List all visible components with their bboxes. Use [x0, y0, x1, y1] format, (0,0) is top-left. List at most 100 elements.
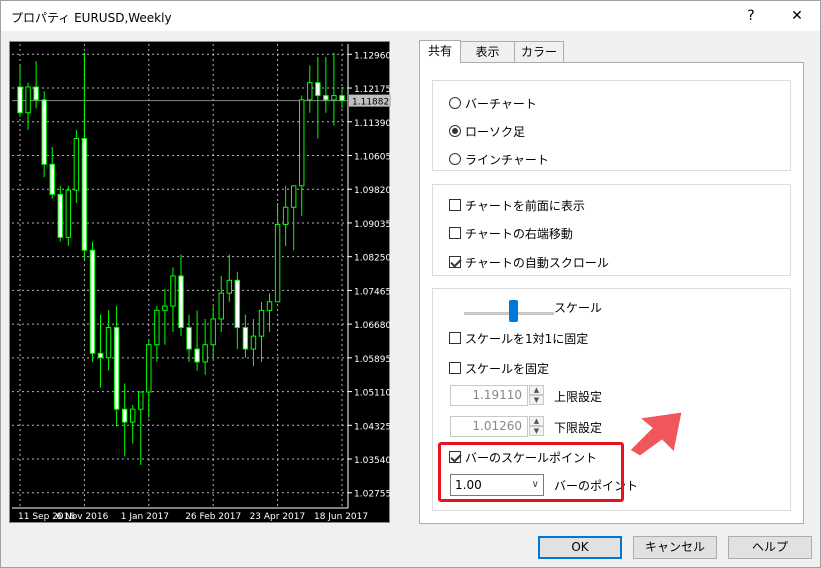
candle-body — [49, 163, 55, 195]
candle-body — [299, 99, 305, 187]
checkbox-chart-foreground-label: チャートを前面に表示 — [465, 198, 585, 213]
price-tick-label: 1.09035 — [354, 220, 391, 230]
candle-body — [290, 185, 297, 208]
candle-body — [81, 138, 88, 251]
candle-body — [162, 305, 168, 311]
checkbox-chart-shift[interactable]: チャートの右端移動 — [449, 224, 573, 242]
candle-body — [17, 86, 23, 114]
checkbox-fix-scale[interactable]: スケールを固定 — [449, 359, 549, 377]
checkbox-chart-foreground[interactable]: チャートを前面に表示 — [449, 196, 585, 214]
candle-body — [33, 86, 39, 101]
candle-body — [154, 309, 160, 346]
candle-body — [194, 348, 200, 363]
checkbox-chart-shift-label: チャートの右端移動 — [465, 226, 573, 241]
candle-body — [307, 82, 313, 101]
candle-body — [113, 327, 120, 410]
lower-limit-up-icon[interactable]: ▲ — [529, 416, 544, 426]
price-tick-label: 1.04325 — [354, 422, 391, 432]
radio-candlestick[interactable]: ローソク足 — [449, 122, 525, 140]
candle-body — [234, 279, 241, 329]
close-icon[interactable]: ✕ — [774, 1, 820, 31]
chart-preview: 1.12960 1.12175 1.11390 1.10605 1.09820 1.090… — [9, 41, 391, 523]
lower-limit-label: 下限設定 — [554, 420, 603, 435]
checkbox-scale-1to1-label: スケールを1対1に固定 — [465, 331, 589, 346]
candle-body — [266, 301, 273, 311]
radio-bar-chart[interactable]: バーチャート — [449, 94, 537, 112]
lower-limit-input[interactable]: 1.01260 — [450, 416, 528, 437]
candle-body — [339, 95, 345, 102]
lower-limit-spinner[interactable]: ▲ ▼ — [529, 416, 544, 437]
candle-body — [315, 82, 321, 97]
candle-body — [274, 223, 281, 303]
candle-body — [129, 408, 136, 423]
help-button[interactable]: ヘルプ — [728, 536, 812, 559]
price-tick-label: 1.09820 — [354, 186, 391, 196]
date-tick-label: 6 Nov 2016 — [56, 512, 108, 522]
lower-limit-down-icon[interactable]: ▼ — [529, 426, 544, 436]
candle-body — [226, 279, 233, 294]
radio-line-chart-circle[interactable] — [449, 153, 461, 165]
current-price-label: 1.11882 — [352, 98, 389, 108]
price-tick-label: 1.02755 — [354, 490, 391, 500]
candle-body — [89, 249, 96, 354]
price-tick-label: 1.12960 — [354, 51, 391, 61]
candle-body — [218, 292, 224, 320]
date-tick-label: 18 Jun 2017 — [314, 512, 368, 522]
candle-body — [282, 206, 289, 225]
radio-line-chart-label: ラインチャート — [465, 152, 549, 167]
candlestick-chart: 1.12960 1.12175 1.11390 1.10605 1.09820 1.090… — [12, 44, 391, 522]
candle-body — [258, 309, 265, 337]
checkbox-scale-1to1[interactable]: スケールを1対1に固定 — [449, 329, 588, 347]
checkbox-auto-scroll[interactable]: チャートの自動スクロール — [449, 253, 609, 271]
date-tick-label: 26 Feb 2017 — [185, 512, 241, 522]
help-title-button[interactable]: ? — [728, 1, 774, 31]
upper-limit-input[interactable]: 1.19110 — [450, 385, 528, 406]
tab-common[interactable]: 共有 — [419, 40, 461, 63]
candle-body — [138, 391, 144, 410]
candle-body — [178, 275, 184, 329]
date-tick-label: 1 Jan 2017 — [121, 512, 169, 522]
tab-display[interactable]: 表示 — [460, 41, 515, 63]
candle-body — [186, 327, 192, 350]
radio-candlestick-circle[interactable] — [449, 125, 461, 137]
scale-slider-label: スケール — [554, 300, 603, 315]
candle-body — [65, 189, 72, 238]
chart-type-group: バーチャート ローソク足 ラインチャート — [432, 80, 791, 171]
candle-body — [25, 86, 31, 114]
checkbox-auto-scroll-box[interactable] — [449, 256, 461, 268]
radio-bar-chart-label: バーチャート — [465, 96, 537, 111]
properties-dialog: プロパティ EURUSD,Weekly ? ✕ 1.12960 1.12175 1.… — [0, 0, 821, 568]
candle-body — [250, 335, 257, 350]
candle-body — [121, 408, 128, 423]
candle-body — [41, 99, 47, 165]
tab-colors[interactable]: カラー — [514, 41, 564, 63]
price-tick-label: 1.12175 — [354, 85, 391, 95]
upper-limit-label: 上限設定 — [554, 389, 603, 404]
display-options-group: チャートを前面に表示 チャートの右端移動 チャートの自動スクロール — [432, 184, 791, 276]
ok-button[interactable]: OK — [538, 536, 622, 559]
checkbox-chart-shift-box[interactable] — [449, 227, 461, 239]
upper-limit-up-icon[interactable]: ▲ — [529, 385, 544, 395]
candle-body — [210, 318, 216, 346]
price-tick-label: 1.08250 — [354, 254, 391, 264]
checkbox-auto-scroll-label: チャートの自動スクロール — [465, 255, 609, 270]
title-bar: プロパティ EURUSD,Weekly ? ✕ — [1, 1, 820, 31]
checkbox-scale-1to1-box[interactable] — [449, 332, 461, 344]
upper-limit-spinner[interactable]: ▲ ▼ — [529, 385, 544, 406]
checkbox-fix-scale-box[interactable] — [449, 362, 461, 374]
price-tick-label: 1.03540 — [354, 456, 391, 466]
candle-body — [170, 275, 176, 307]
radio-line-chart[interactable]: ラインチャート — [449, 150, 549, 168]
date-tick-label: 23 Apr 2017 — [250, 512, 306, 522]
upper-limit-down-icon[interactable]: ▼ — [529, 395, 544, 405]
cancel-button[interactable]: キャンセル — [633, 536, 717, 559]
radio-bar-chart-circle[interactable] — [449, 97, 461, 109]
candle-body — [242, 327, 249, 350]
price-tick-label: 1.06680 — [354, 321, 391, 331]
checkbox-chart-foreground-box[interactable] — [449, 199, 461, 211]
scale-slider-thumb[interactable] — [509, 300, 518, 322]
price-tick-label: 1.11390 — [354, 119, 391, 129]
price-tick-label: 1.10605 — [354, 152, 391, 162]
candle-body — [73, 138, 80, 191]
price-tick-label: 1.05895 — [354, 355, 391, 365]
